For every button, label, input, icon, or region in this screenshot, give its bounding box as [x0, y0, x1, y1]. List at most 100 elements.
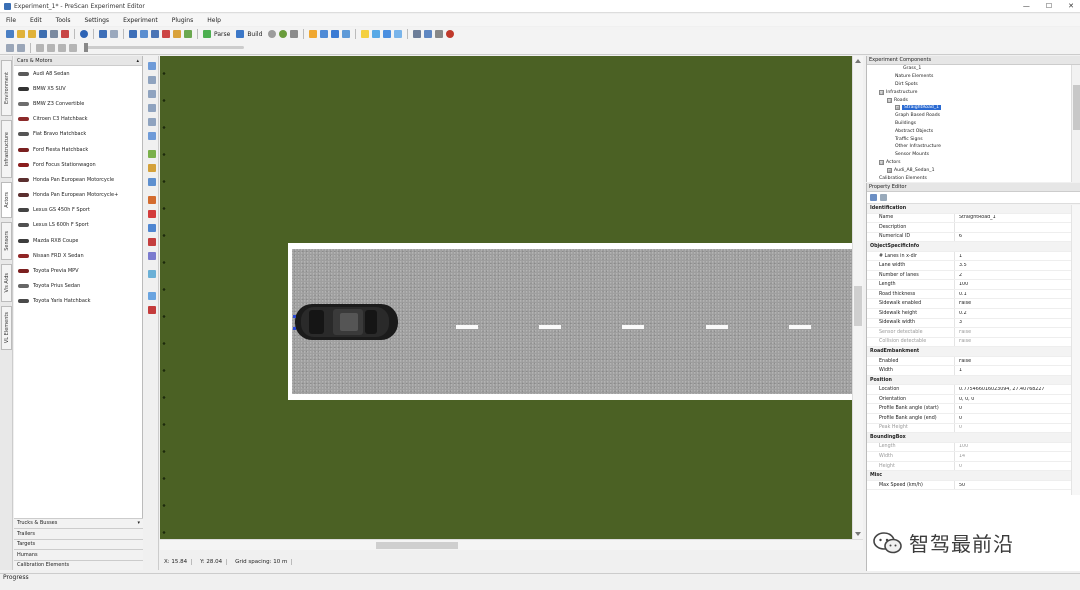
- property-row[interactable]: Numerical ID 6: [867, 232, 1080, 243]
- marker-icon[interactable]: [148, 306, 156, 314]
- property-value[interactable]: 0.2: [955, 311, 967, 316]
- trajectory-icon[interactable]: [148, 238, 156, 246]
- property-category[interactable]: Misc: [867, 471, 1080, 481]
- scroll-down-icon[interactable]: [855, 532, 861, 536]
- help-icon[interactable]: [80, 30, 88, 38]
- table-icon[interactable]: [413, 30, 422, 38]
- property-row[interactable]: Width 1: [867, 366, 1080, 376]
- property-row[interactable]: Length 100: [867, 442, 1080, 453]
- zoom-out-icon[interactable]: [148, 90, 156, 98]
- scene-canvas[interactable]: [160, 56, 852, 539]
- menu-settings[interactable]: Settings: [84, 17, 109, 24]
- cut-icon[interactable]: [129, 30, 137, 38]
- move-icon[interactable]: [148, 132, 156, 140]
- tree-node[interactable]: Abstract Objects: [867, 127, 1080, 135]
- tree-node[interactable]: Dirt Spots: [867, 81, 1080, 89]
- library-item[interactable]: Honda Pan European Motorcycle: [14, 172, 142, 187]
- build-icon[interactable]: [236, 30, 245, 38]
- property-value[interactable]: False: [955, 301, 971, 306]
- tree-node[interactable]: Traffic Signs: [867, 135, 1080, 143]
- grid-icon[interactable]: [331, 30, 340, 38]
- link-icon[interactable]: [424, 30, 433, 38]
- open-folder-icon[interactable]: [28, 30, 36, 38]
- canvas-vertical-scrollbar[interactable]: [852, 56, 863, 539]
- library-item[interactable]: Mazda RX8 Coupe: [14, 233, 142, 248]
- property-value[interactable]: 0, 0, 0: [955, 397, 974, 402]
- redo-icon[interactable]: [110, 30, 118, 38]
- property-value[interactable]: 0.1: [955, 292, 967, 297]
- expander-icon[interactable]: ⊟: [879, 159, 884, 165]
- audi-a8-car[interactable]: [293, 301, 400, 343]
- tool-icon[interactable]: [435, 30, 444, 38]
- zoom-in-icon[interactable]: [148, 76, 156, 84]
- tree-node[interactable]: Buildings: [867, 120, 1080, 128]
- property-row[interactable]: Location 0.775466016023094, 27.40768227: [867, 385, 1080, 395]
- property-row[interactable]: Enabled False: [867, 356, 1080, 367]
- categorized-icon[interactable]: [870, 194, 877, 201]
- property-row[interactable]: Sidewalk enabled False: [867, 299, 1080, 310]
- settings-icon[interactable]: [383, 30, 392, 38]
- copy-icon[interactable]: [140, 30, 148, 38]
- cloud-icon[interactable]: [394, 30, 403, 38]
- tree-node[interactable]: Calibration Elements: [867, 174, 1080, 182]
- library-item[interactable]: Ford Fiesta Hatchback: [14, 142, 142, 157]
- globe-icon[interactable]: [279, 30, 288, 38]
- tree-node[interactable]: ⊟ Infrastructure: [867, 88, 1080, 96]
- library-category-humans[interactable]: Humans: [14, 549, 143, 560]
- library-item[interactable]: Toyota Previa MPV: [14, 263, 142, 278]
- zoom-fit-icon[interactable]: [148, 104, 156, 112]
- property-row[interactable]: Lane width 3.5: [867, 261, 1080, 271]
- property-value[interactable]: 100: [955, 444, 968, 449]
- property-value[interactable]: 100: [955, 282, 968, 287]
- menu-file[interactable]: File: [6, 17, 16, 24]
- tab-vis-aids[interactable]: Vis Aids: [1, 264, 12, 302]
- property-value[interactable]: StraightRoad_1: [955, 215, 996, 220]
- save-icon[interactable]: [39, 30, 47, 38]
- tree-node[interactable]: ⊞ StraightRoad_1: [867, 104, 1080, 112]
- property-row[interactable]: Number of lanes 2: [867, 270, 1080, 281]
- library-item[interactable]: Nissan FRD X Sedan: [14, 248, 142, 263]
- property-row[interactable]: Peak Height 0: [867, 423, 1080, 434]
- property-row[interactable]: Max Speed (km/h) 50: [867, 480, 1080, 491]
- waypoint-icon[interactable]: [148, 252, 156, 260]
- align-right-icon[interactable]: [17, 43, 25, 52]
- library-category-trucks[interactable]: Trucks & Busses ▾: [14, 517, 143, 528]
- property-category[interactable]: ObjectSpecificInfo: [867, 242, 1080, 252]
- camera-view-icon[interactable]: [148, 270, 156, 278]
- property-row[interactable]: Sidewalk height 0.2: [867, 309, 1080, 319]
- tree-node[interactable]: Other Infrastructure: [867, 143, 1080, 151]
- new-icon[interactable]: [6, 30, 14, 38]
- property-value[interactable]: 1: [955, 254, 962, 259]
- time-slider[interactable]: [84, 43, 244, 52]
- undo-icon[interactable]: [99, 30, 107, 38]
- property-category[interactable]: Identification: [867, 204, 1080, 214]
- property-value[interactable]: 2: [955, 273, 962, 278]
- maximize-button[interactable]: ☐: [1046, 2, 1052, 10]
- save-as-icon[interactable]: [50, 30, 58, 38]
- property-category[interactable]: BoundingBox: [867, 433, 1080, 443]
- tree-node[interactable]: ⊞ Audi_A8_Sedan_1: [867, 166, 1080, 174]
- property-row[interactable]: Name StraightRoad_1: [867, 213, 1080, 224]
- route-icon[interactable]: [148, 210, 156, 218]
- property-row[interactable]: Orientation 0, 0, 0: [867, 394, 1080, 405]
- pencil-icon[interactable]: [184, 30, 192, 38]
- tree-node[interactable]: ⊟ Roads: [867, 96, 1080, 104]
- export-icon[interactable]: [61, 30, 69, 38]
- scroll-up-icon[interactable]: [855, 59, 861, 63]
- properties-icon[interactable]: [173, 30, 181, 38]
- tab-vl-elements[interactable]: VL Elements: [1, 306, 12, 350]
- library-category-calibration[interactable]: Calibration Elements: [14, 559, 143, 570]
- property-value[interactable]: 0: [955, 425, 962, 430]
- property-row[interactable]: Profile Bank angle (start) 0: [867, 404, 1080, 415]
- layer-icon[interactable]: [148, 196, 156, 204]
- parse-icon[interactable]: [203, 30, 211, 38]
- tree-node[interactable]: Grass_1: [867, 65, 1080, 73]
- property-value[interactable]: 0.775466016023094, 27.40768227: [955, 387, 1044, 392]
- sensor-icon[interactable]: [148, 224, 156, 232]
- property-value[interactable]: 1: [955, 368, 962, 373]
- property-value[interactable]: 0: [955, 406, 962, 411]
- library-category-targets[interactable]: Targets: [14, 538, 143, 549]
- library-item[interactable]: Fiat Bravo Hatchback: [14, 127, 142, 142]
- property-row[interactable]: Sensor detectable False: [867, 328, 1080, 338]
- step-back-icon[interactable]: [36, 43, 44, 52]
